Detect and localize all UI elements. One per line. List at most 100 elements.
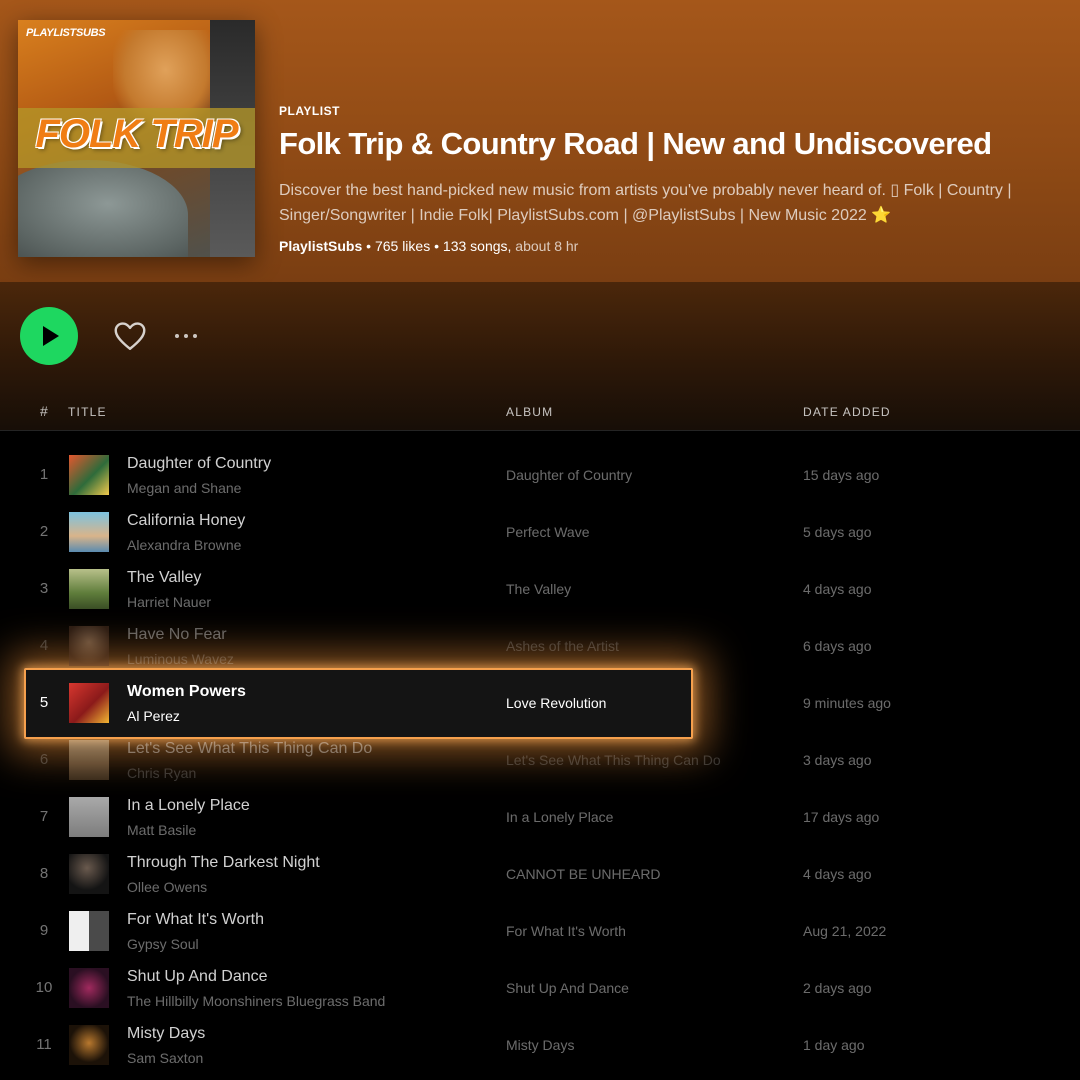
track-album[interactable]: Let's See What This Thing Can Do xyxy=(506,752,721,768)
track-album-art xyxy=(69,512,109,552)
heart-icon xyxy=(114,322,146,350)
more-options-icon xyxy=(175,334,179,338)
table-row[interactable]: 9 For What It's Worth Gypsy Soul For Wha… xyxy=(0,902,1080,959)
track-album[interactable]: Daughter of Country xyxy=(506,467,632,483)
playlist-header: PLAYLISTSUBS FOLK TRIP PLAYLIST Folk Tri… xyxy=(0,0,1080,282)
track-album-art xyxy=(69,626,109,666)
track-album[interactable]: For What It's Worth xyxy=(506,923,626,939)
track-artist[interactable]: Luminous Wavez xyxy=(127,651,234,667)
track-artist[interactable]: Alexandra Browne xyxy=(127,537,241,553)
track-artist[interactable]: Chris Ryan xyxy=(127,765,196,781)
more-options-button[interactable] xyxy=(175,326,207,346)
cover-brand-text: PLAYLISTSUBS xyxy=(26,27,106,39)
track-number: 6 xyxy=(39,751,49,768)
playlist-stats: PlaylistSubs • 765 likes • 133 songs, ab… xyxy=(279,238,1069,254)
track-album[interactable]: Misty Days xyxy=(506,1037,574,1053)
like-button[interactable] xyxy=(112,318,148,354)
track-title[interactable]: Shut Up And Dance xyxy=(127,968,268,986)
track-album[interactable]: Shut Up And Dance xyxy=(506,980,629,996)
star-icon: ⭐ xyxy=(871,207,892,224)
track-artist[interactable]: Sam Saxton xyxy=(127,1050,203,1066)
track-number: 9 xyxy=(39,922,49,939)
table-row[interactable]: 7 In a Lonely Place Matt Basile In a Lon… xyxy=(0,788,1080,845)
track-date-added: 9 minutes ago xyxy=(803,695,891,711)
track-number: 5 xyxy=(39,694,49,711)
track-date-added: 17 days ago xyxy=(803,809,880,825)
playlist-song-count: 133 songs, xyxy=(442,238,512,254)
track-artist[interactable]: Al Perez xyxy=(127,708,180,724)
track-album[interactable]: CANNOT BE UNHEARD xyxy=(506,866,661,882)
track-title[interactable]: The Valley xyxy=(127,569,201,587)
track-artist[interactable]: Harriet Nauer xyxy=(127,594,211,610)
track-artist[interactable]: The Hillbilly Moonshiners Bluegrass Band xyxy=(127,993,385,1009)
table-row[interactable]: 6 Let's See What This Thing Can Do Chris… xyxy=(0,731,1080,788)
action-bar: # TITLE ALBUM DATE ADDED xyxy=(0,282,1080,431)
track-number: 11 xyxy=(36,1036,52,1053)
track-title[interactable]: Misty Days xyxy=(127,1025,205,1043)
more-options-icon xyxy=(184,334,188,338)
playlist-description: Discover the best hand-picked new music … xyxy=(279,178,1069,228)
table-row[interactable]: 1 Daughter of Country Megan and Shane Da… xyxy=(0,446,1080,503)
track-title[interactable]: Have No Fear xyxy=(127,626,227,644)
track-number: 4 xyxy=(39,637,49,654)
stats-separator: • xyxy=(434,238,440,254)
track-album-art xyxy=(69,968,109,1008)
column-date-added[interactable]: DATE ADDED xyxy=(803,405,891,419)
track-date-added: 2 days ago xyxy=(803,980,872,996)
track-title[interactable]: Let's See What This Thing Can Do xyxy=(127,740,372,758)
table-row[interactable]: 3 The Valley Harriet Nauer The Valley 4 … xyxy=(0,560,1080,617)
playlist-owner-link[interactable]: PlaylistSubs xyxy=(279,238,362,254)
stats-separator: • xyxy=(366,238,372,254)
cover-title-text: FOLK TRIP xyxy=(35,112,238,156)
track-date-added: 4 days ago xyxy=(803,866,872,882)
column-number: # xyxy=(40,403,49,419)
table-row[interactable]: 11 Misty Days Sam Saxton Misty Days 1 da… xyxy=(0,1016,1080,1073)
track-album[interactable]: The Valley xyxy=(506,581,571,597)
track-number: 10 xyxy=(35,979,53,996)
track-list-header: # TITLE ALBUM DATE ADDED xyxy=(0,397,1080,431)
track-album[interactable]: Love Revolution xyxy=(506,695,606,711)
track-album-art xyxy=(69,911,109,951)
track-title[interactable]: In a Lonely Place xyxy=(127,797,250,815)
track-album[interactable]: Ashes of the Artist xyxy=(506,638,619,654)
column-album[interactable]: ALBUM xyxy=(506,405,553,419)
table-row[interactable]: 10 Shut Up And Dance The Hillbilly Moons… xyxy=(0,959,1080,1016)
track-title[interactable]: California Honey xyxy=(127,512,245,530)
play-button[interactable] xyxy=(20,307,78,365)
track-album-art xyxy=(69,740,109,780)
track-album-art xyxy=(69,797,109,837)
track-date-added: 4 days ago xyxy=(803,581,872,597)
description-line-1: Discover the best hand-picked new music … xyxy=(279,182,1012,199)
play-icon xyxy=(43,326,59,346)
playlist-meta: PLAYLIST Folk Trip & Country Road | New … xyxy=(279,104,1069,254)
track-album-art xyxy=(69,1025,109,1065)
track-artist[interactable]: Matt Basile xyxy=(127,822,196,838)
playlist-type-label: PLAYLIST xyxy=(279,104,340,118)
table-row[interactable]: 2 California Honey Alexandra Browne Perf… xyxy=(0,503,1080,560)
track-album-art xyxy=(69,569,109,609)
track-number: 7 xyxy=(39,808,49,825)
track-title[interactable]: Women Powers xyxy=(127,683,246,701)
track-date-added: 3 days ago xyxy=(803,752,872,768)
table-row[interactable]: 4 Have No Fear Luminous Wavez Ashes of t… xyxy=(0,617,1080,674)
track-artist[interactable]: Megan and Shane xyxy=(127,480,241,496)
track-title[interactable]: Daughter of Country xyxy=(127,455,271,473)
playlist-cover-image: PLAYLISTSUBS FOLK TRIP xyxy=(18,20,255,257)
track-date-added: 15 days ago xyxy=(803,467,880,483)
track-album[interactable]: In a Lonely Place xyxy=(506,809,613,825)
track-list: 1 Daughter of Country Megan and Shane Da… xyxy=(0,446,1080,1073)
column-title[interactable]: TITLE xyxy=(68,405,107,419)
cover-mirror-graphic xyxy=(18,160,188,257)
playlist-title: Folk Trip & Country Road | New and Undis… xyxy=(279,126,992,161)
track-artist[interactable]: Ollee Owens xyxy=(127,879,207,895)
track-title[interactable]: Through The Darkest Night xyxy=(127,854,320,872)
table-row-active[interactable]: 5 Women Powers Al Perez Love Revolution … xyxy=(0,674,1080,731)
track-number: 1 xyxy=(39,466,49,483)
track-artist[interactable]: Gypsy Soul xyxy=(127,936,199,952)
more-options-icon xyxy=(193,334,197,338)
description-line-2: Singer/Songwriter | Indie Folk| Playlist… xyxy=(279,207,867,224)
track-album[interactable]: Perfect Wave xyxy=(506,524,590,540)
track-title[interactable]: For What It's Worth xyxy=(127,911,264,929)
playlist-likes: 765 likes xyxy=(374,238,431,254)
table-row[interactable]: 8 Through The Darkest Night Ollee Owens … xyxy=(0,845,1080,902)
